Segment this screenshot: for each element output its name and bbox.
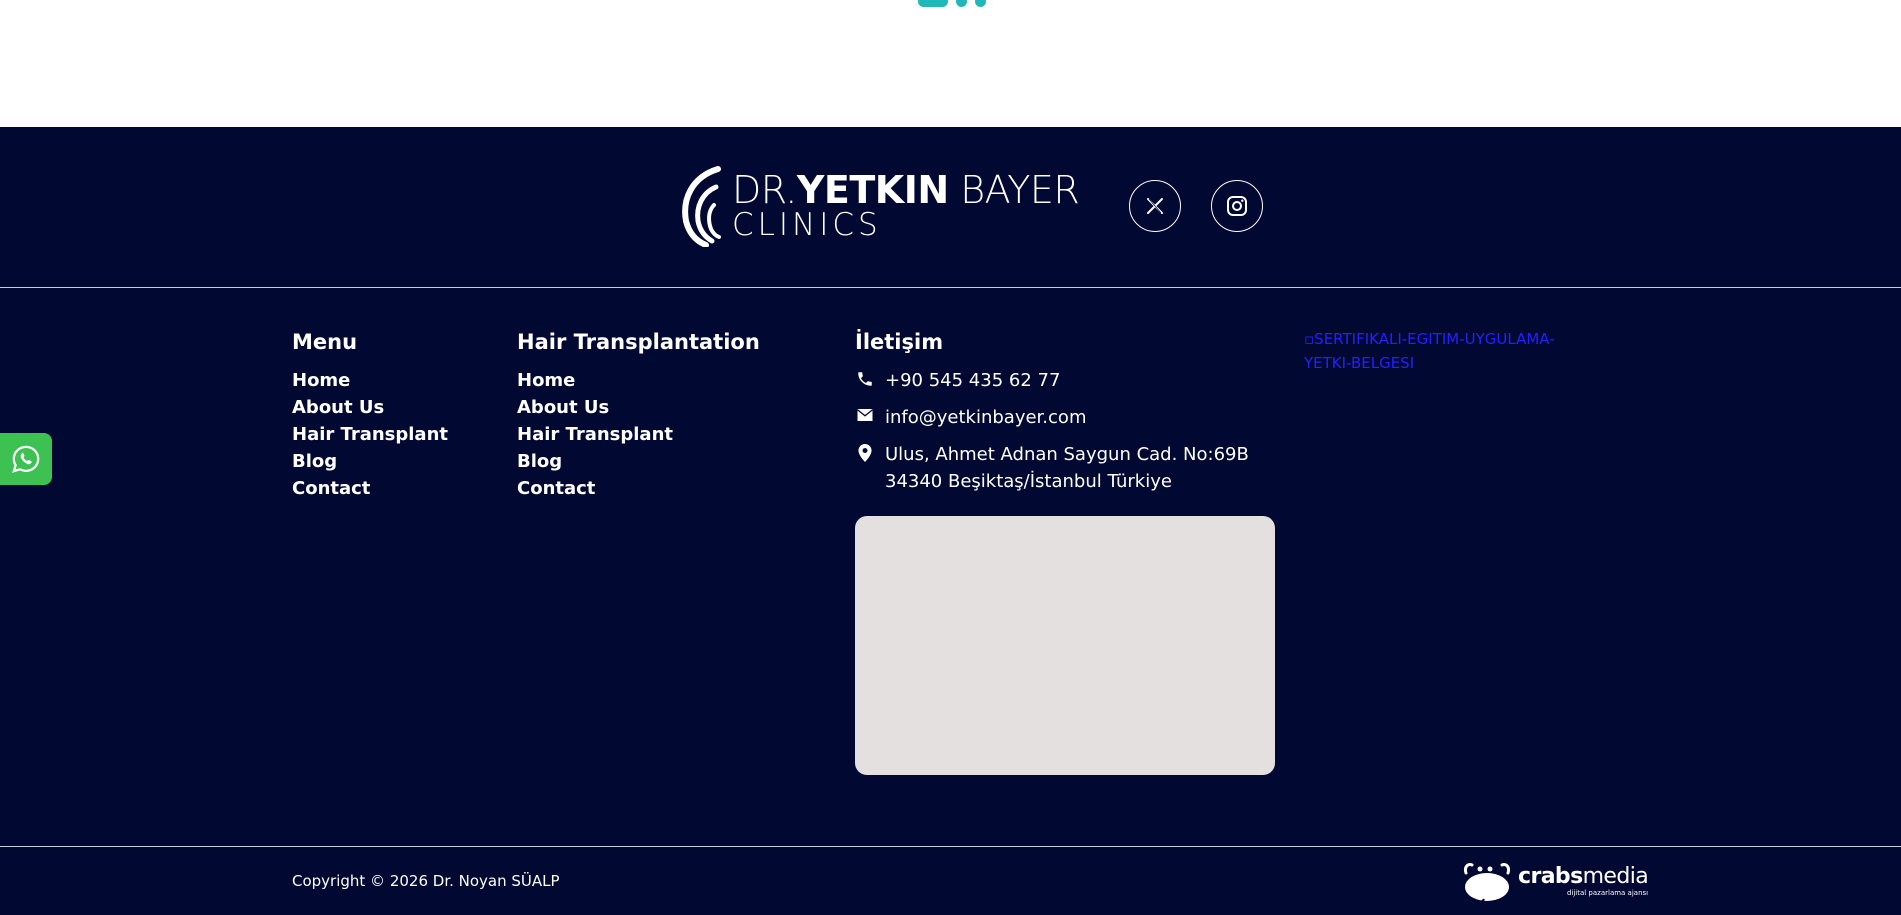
contact-phone[interactable]: +90 545 435 62 77 bbox=[885, 367, 1060, 394]
logo-clinics: CLINICS bbox=[732, 207, 882, 243]
carousel-dot-active[interactable] bbox=[918, 0, 948, 7]
hair-title: Hair Transplantation bbox=[517, 330, 760, 354]
footer-divider-top bbox=[0, 287, 1901, 288]
hair-list: Home About Us Hair Transplant Blog Conta… bbox=[517, 367, 760, 502]
contact-address-line2: 34340 Beşiktaş/İstanbul Türkiye bbox=[885, 471, 1172, 493]
contact-email-row: info@yetkinbayer.com bbox=[855, 404, 1249, 431]
certificate-alt-text: SERTIFIKALI-EGITIM-UYGULAMA-YETKI-BELGES… bbox=[1304, 330, 1555, 372]
agency-name-bold: crabs bbox=[1518, 863, 1583, 889]
carousel-dot[interactable] bbox=[956, 0, 967, 7]
footer-divider-bottom bbox=[0, 846, 1901, 847]
phone-icon bbox=[855, 367, 875, 388]
certificate-image-link[interactable]: ▫SERTIFIKALI-EGITIM-UYGULAMA-YETKI-BELGE… bbox=[1304, 327, 1584, 375]
hair-link-blog[interactable]: Blog bbox=[517, 448, 760, 475]
contact-address: Ulus, Ahmet Adnan Saygun Cad. No:69B 343… bbox=[885, 441, 1249, 495]
location-pin-icon bbox=[855, 441, 875, 463]
logo-line1: DR.YETKIN BAYER bbox=[732, 168, 1080, 212]
agency-tagline: dijital pazarlama ajansı bbox=[1566, 888, 1649, 897]
logo-arc-icon bbox=[682, 166, 721, 247]
instagram-link[interactable] bbox=[1211, 180, 1264, 232]
broken-image-icon: ▫ bbox=[1304, 330, 1315, 348]
logo-bayer: BAYER bbox=[948, 168, 1080, 212]
hair-link-hair-transplant[interactable]: Hair Transplant bbox=[517, 421, 760, 448]
agency-name: crabsmedia bbox=[1518, 863, 1649, 889]
hair-link-about[interactable]: About Us bbox=[517, 394, 760, 421]
contact-title: İletişim bbox=[855, 330, 944, 354]
menu-list: Home About Us Hair Transplant Blog Conta… bbox=[292, 367, 448, 502]
hair-link-contact[interactable]: Contact bbox=[517, 475, 760, 502]
whatsapp-icon bbox=[12, 445, 40, 473]
agency-text: crabsmedia dijital pazarlama ajansı bbox=[1518, 863, 1649, 897]
menu-link-hair-transplant[interactable]: Hair Transplant bbox=[292, 421, 448, 448]
contact-address-line1: Ulus, Ahmet Adnan Saygun Cad. No:69B bbox=[885, 444, 1249, 466]
mail-icon bbox=[855, 404, 875, 423]
x-icon bbox=[1147, 198, 1164, 214]
menu-column: Menu Home About Us Hair Transplant Blog … bbox=[292, 330, 448, 502]
carousel-dots bbox=[918, 0, 986, 7]
menu-link-contact[interactable]: Contact bbox=[292, 475, 448, 502]
map-embed[interactable] bbox=[855, 516, 1275, 775]
hair-link-home[interactable]: Home bbox=[517, 367, 760, 394]
x-link[interactable] bbox=[1129, 180, 1182, 232]
clinic-logo[interactable]: DR.YETKIN BAYER CLINICS bbox=[678, 165, 1080, 247]
site-footer: DR.YETKIN BAYER CLINICS Menu Home About … bbox=[0, 127, 1901, 915]
hair-transplantation-column: Hair Transplantation Home About Us Hair … bbox=[517, 330, 760, 502]
whatsapp-button[interactable] bbox=[0, 433, 52, 485]
agency-name-light: media bbox=[1582, 863, 1649, 889]
contact-column: İletişim +90 545 435 62 77 info@yetkinba… bbox=[855, 330, 1249, 505]
agency-logo[interactable]: crabsmedia dijital pazarlama ajansı bbox=[1462, 859, 1649, 903]
contact-address-row: Ulus, Ahmet Adnan Saygun Cad. No:69B 343… bbox=[855, 441, 1249, 495]
crab-icon bbox=[1464, 863, 1510, 903]
menu-link-home[interactable]: Home bbox=[292, 367, 448, 394]
logo-dr: DR. bbox=[732, 168, 797, 212]
logo-text: DR.YETKIN BAYER CLINICS bbox=[732, 168, 1080, 243]
carousel-dot[interactable] bbox=[975, 0, 986, 7]
copyright-text: Copyright © 2026 Dr. Noyan SÜALP bbox=[292, 872, 560, 890]
menu-title: Menu bbox=[292, 330, 358, 354]
contact-email[interactable]: info@yetkinbayer.com bbox=[885, 404, 1086, 431]
menu-link-blog[interactable]: Blog bbox=[292, 448, 448, 475]
instagram-icon bbox=[1227, 196, 1248, 216]
brand-row: DR.YETKIN BAYER CLINICS bbox=[678, 165, 1264, 247]
page-top-area bbox=[0, 0, 1901, 127]
menu-link-about[interactable]: About Us bbox=[292, 394, 448, 421]
social-links bbox=[1129, 180, 1264, 232]
contact-phone-row: +90 545 435 62 77 bbox=[855, 367, 1249, 394]
logo-yetkin: YETKIN bbox=[796, 168, 949, 212]
